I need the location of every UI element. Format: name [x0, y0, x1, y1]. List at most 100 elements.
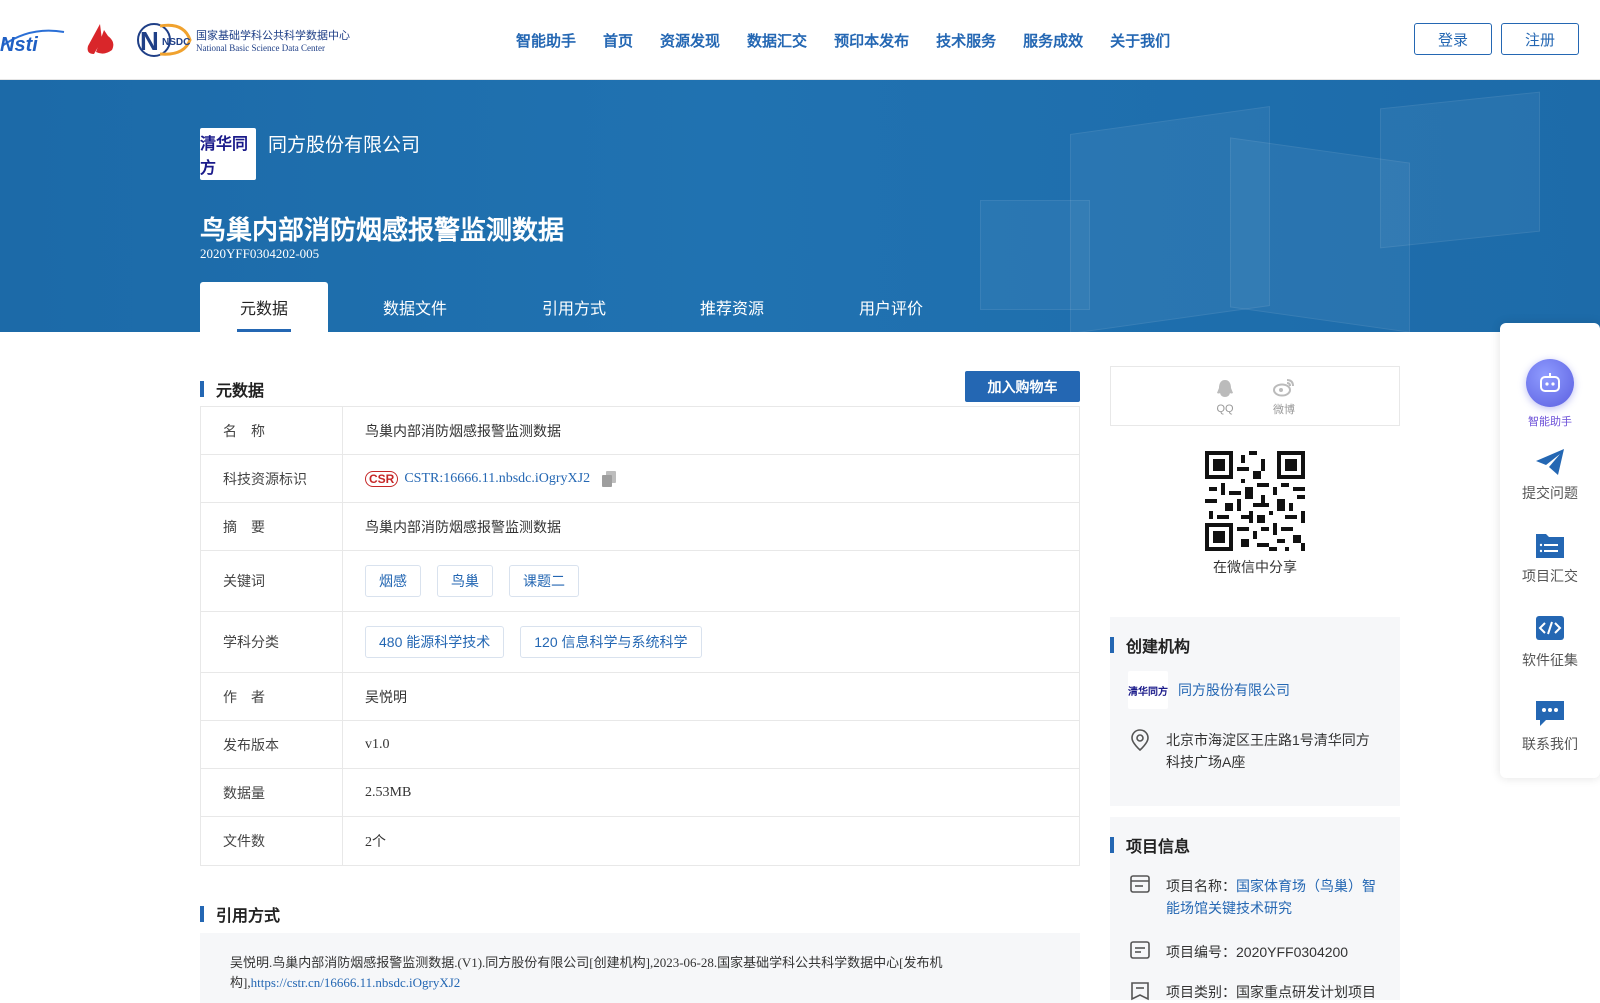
- nav-tech-service[interactable]: 技术服务: [936, 30, 996, 51]
- section-accent-bar: [200, 906, 204, 922]
- svg-text:N: N: [140, 26, 159, 56]
- table-row: 名 称 鸟巢内部消防烟感报警监测数据: [201, 407, 1079, 455]
- wechat-qr-code: [1205, 451, 1305, 551]
- nav-preprint[interactable]: 预印本发布: [834, 30, 909, 51]
- float-ai-assistant[interactable]: 智能助手: [1500, 359, 1600, 429]
- ai-robot-icon: [1526, 359, 1574, 407]
- org-logo[interactable]: 清华同方: [200, 128, 256, 180]
- creator-org-logo: 清华同方: [1128, 671, 1168, 709]
- row-key-version: 发布版本: [201, 721, 343, 768]
- creator-address-row: 北京市海淀区王庄路1号清华同方科技广场A座: [1130, 729, 1376, 773]
- citation-section-title: 引用方式: [216, 908, 281, 925]
- row-value-abstract: 鸟巢内部消防烟感报警监测数据: [365, 520, 561, 536]
- keyword-tag[interactable]: 烟感: [365, 565, 421, 597]
- wechat-share-caption: 在微信中分享: [1213, 559, 1297, 575]
- nsdc-cn-name: 国家基础学科公共科学数据中心: [196, 30, 350, 42]
- table-row: 关键词 烟感 鸟巢 课题二: [201, 551, 1079, 612]
- table-row: 科技资源标识 CSR CSTR:16666.11.nbsdc.iOgryXJ2: [201, 455, 1079, 503]
- keyword-tag[interactable]: 鸟巢: [437, 565, 493, 597]
- cstr-link[interactable]: CSTR:16666.11.nbsdc.iOgryXJ2: [404, 471, 590, 487]
- tab-user-reviews[interactable]: 用户评价: [818, 282, 964, 332]
- add-to-cart-button[interactable]: 加入购物车: [965, 371, 1080, 402]
- creator-org-row: 清华同方 同方股份有限公司: [1128, 671, 1290, 709]
- project-card-icon: [1130, 875, 1150, 893]
- table-row: 数据量 2.53MB: [201, 769, 1079, 817]
- project-section-heading: 项目信息: [1110, 833, 1190, 857]
- float-ai-label: 智能助手: [1528, 416, 1572, 428]
- register-button[interactable]: 注册: [1501, 23, 1579, 55]
- tab-data-files[interactable]: 数据文件: [328, 282, 502, 332]
- row-value-size: 2.53MB: [365, 784, 412, 800]
- floating-sidebar: 智能助手 提交问题 项目汇交 软件征集 联系我们: [1500, 323, 1600, 778]
- paper-plane-icon: [1536, 449, 1564, 475]
- row-value-cstr: CSR CSTR:16666.11.nbsdc.iOgryXJ2: [343, 455, 1079, 502]
- creator-section-heading: 创建机构: [1110, 633, 1190, 657]
- top-navigation-bar: Nsti N NSDC 国家基础学科公共科学数据中心 National Basi…: [0, 0, 1600, 80]
- citation-box: 吴悦明.鸟巢内部消防烟感报警监测数据.(V1).同方股份有限公司[创建机构],2…: [200, 933, 1080, 1003]
- row-value-subjects: 480 能源科学技术 120 信息科学与系统科学: [343, 612, 1079, 672]
- nav-ai-assistant[interactable]: 智能助手: [516, 30, 576, 51]
- table-row: 作 者 吴悦明: [201, 673, 1079, 721]
- metadata-section-heading: 元数据: [200, 377, 264, 401]
- login-button[interactable]: 登录: [1414, 23, 1492, 55]
- creator-org-name[interactable]: 同方股份有限公司: [1178, 680, 1290, 700]
- float-contact-label: 联系我们: [1522, 736, 1578, 752]
- tab-citation[interactable]: 引用方式: [502, 282, 646, 332]
- float-submit-question[interactable]: 提交问题: [1500, 447, 1600, 503]
- tab-metadata[interactable]: 元数据: [200, 282, 328, 332]
- float-submit-label: 提交问题: [1522, 485, 1578, 501]
- nav-resource-discovery[interactable]: 资源发现: [660, 30, 720, 51]
- creator-address: 北京市海淀区王庄路1号清华同方科技广场A座: [1166, 732, 1370, 770]
- project-type-value: 国家重点研发计划项目: [1236, 984, 1376, 1000]
- float-project-label: 项目汇交: [1522, 568, 1578, 584]
- subject-tag[interactable]: 480 能源科学技术: [365, 626, 505, 658]
- project-panel: 项目信息 项目名称：国家体育场（鸟巢）智能场馆关键技术研究 项目编号：2020Y…: [1110, 817, 1400, 1001]
- nstl-logo-text: Nsti: [0, 34, 38, 56]
- location-pin-icon: [1131, 729, 1149, 751]
- float-contact-us[interactable]: 联系我们: [1500, 698, 1600, 754]
- nav-about[interactable]: 关于我们: [1110, 30, 1170, 51]
- dataset-banner: 清华同方 同方股份有限公司 鸟巢内部消防烟感报警监测数据 2020YFF0304…: [0, 80, 1600, 332]
- banner-org-name[interactable]: 同方股份有限公司: [268, 130, 420, 157]
- nsdc-logo[interactable]: N NSDC 国家基础学科公共科学数据中心 National Basic Sci…: [134, 20, 350, 60]
- nsdc-en-name: National Basic Science Data Center: [196, 43, 325, 53]
- float-project-submission[interactable]: 项目汇交: [1500, 530, 1600, 586]
- keyword-tag[interactable]: 课题二: [509, 565, 579, 597]
- project-type-icon: [1131, 982, 1149, 1001]
- row-key-author: 作 者: [201, 673, 343, 720]
- nav-data-submission[interactable]: 数据汇交: [747, 30, 807, 51]
- row-key-size: 数据量: [201, 769, 343, 816]
- share-weibo-button[interactable]: 微博: [1272, 376, 1296, 417]
- creator-panel: 创建机构 清华同方 同方股份有限公司 北京市海淀区王庄路1号清华同方科技广场A座: [1110, 617, 1400, 806]
- share-qq-button[interactable]: QQ: [1214, 378, 1236, 415]
- qq-icon: [1217, 379, 1233, 397]
- project-id-row: 项目编号：2020YFF0304200: [1130, 941, 1348, 963]
- chat-icon: [1536, 701, 1564, 726]
- project-type-label: 项目类别：: [1166, 984, 1236, 1000]
- row-value-author: 吴悦明: [365, 690, 407, 706]
- cas-logo[interactable]: [82, 22, 118, 58]
- nav-service-results[interactable]: 服务成效: [1023, 30, 1083, 51]
- citation-section-heading: 引用方式: [200, 902, 280, 926]
- table-row: 学科分类 480 能源科学技术 120 信息科学与系统科学: [201, 612, 1079, 673]
- metadata-table: 名 称 鸟巢内部消防烟感报警监测数据 科技资源标识 CSR CSTR:16666…: [200, 406, 1080, 866]
- nstl-logo[interactable]: Nsti: [0, 24, 66, 56]
- metadata-section-title: 元数据: [216, 383, 265, 400]
- row-value-files: 2个: [365, 835, 386, 850]
- float-software-collection[interactable]: 软件征集: [1500, 614, 1600, 670]
- row-key-keywords: 关键词: [201, 551, 343, 611]
- dataset-code: 2020YFF0304202-005: [200, 246, 320, 261]
- tab-recommended[interactable]: 推荐资源: [646, 282, 818, 332]
- project-name-label: 项目名称：: [1166, 878, 1236, 894]
- copy-icon[interactable]: [602, 470, 617, 487]
- section-accent-bar: [1110, 837, 1114, 853]
- cstr-logo-icon: CSR: [365, 470, 399, 487]
- banner-org: 清华同方 同方股份有限公司: [200, 128, 420, 180]
- row-value-name: 鸟巢内部消防烟感报警监测数据: [365, 424, 561, 440]
- citation-link[interactable]: https://cstr.cn/16666.11.nbsdc.iOgryXJ2: [251, 975, 461, 990]
- row-key-name: 名 称: [201, 407, 343, 454]
- nsdc-short-text: NSDC: [162, 37, 190, 48]
- nav-home[interactable]: 首页: [603, 30, 633, 51]
- subject-tag[interactable]: 120 信息科学与系统科学: [520, 626, 702, 658]
- banner-decoration: [980, 200, 1090, 310]
